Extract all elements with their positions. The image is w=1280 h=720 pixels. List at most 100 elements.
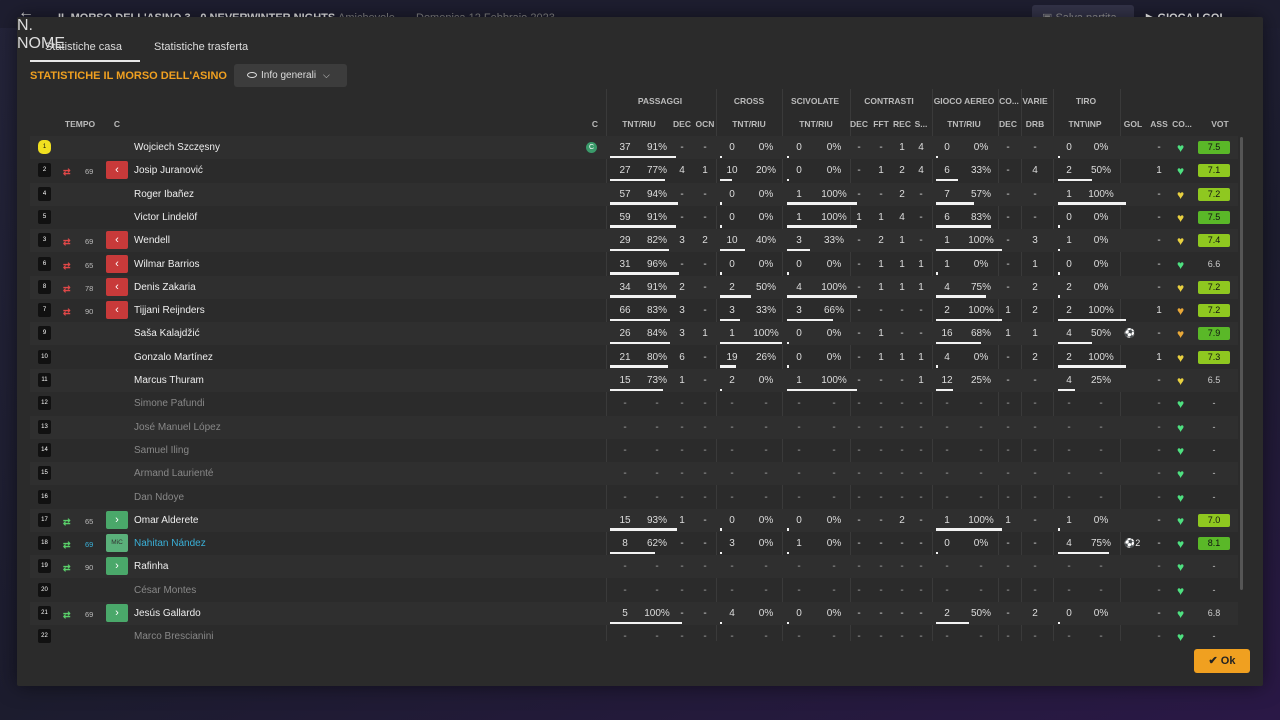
stat-dec3-empty: - xyxy=(1006,398,1010,410)
stat-aereo.1: 68% xyxy=(970,328,992,340)
player-name[interactable]: Dan Ndoye xyxy=(134,492,184,503)
table-row[interactable]: 13 José Manuel López - - - - - - - - - - - - - - - - - - - ♥ - xyxy=(30,415,1238,439)
column-header-capt[interactable]: C xyxy=(592,119,598,129)
group-header: PASSAGGI xyxy=(637,96,683,106)
column-header-pass[interactable]: TNT/RIU xyxy=(622,119,656,129)
tab-home-stats[interactable]: Statistiche casa xyxy=(45,41,122,53)
stat-ocn: 1 xyxy=(702,165,708,177)
rating-badge: 7.1 xyxy=(1198,164,1230,178)
player-name[interactable]: Gonzalo Martínez xyxy=(134,352,213,363)
column-header-dec3[interactable]: DEC xyxy=(999,119,1017,129)
stat-s: 4 xyxy=(918,142,924,153)
stat-fft: - xyxy=(879,305,883,317)
player-name[interactable]: Marcus Thuram xyxy=(134,375,204,386)
column-header-dec2[interactable]: DEC xyxy=(850,119,868,129)
column-header-rec[interactable]: REC xyxy=(893,119,911,129)
player-name[interactable]: Wendell xyxy=(134,235,170,246)
stat-rec: 4 xyxy=(899,211,905,223)
column-header-c[interactable]: C xyxy=(114,119,120,129)
table-row[interactable]: 18 ⇄ 69 MiC Nahitan Nández 8 62% 3 0% 1 0% 0 0% 4 75% -… xyxy=(30,532,1238,555)
scrollbar[interactable] xyxy=(1240,137,1243,590)
column-header-gol[interactable]: GOL xyxy=(1124,119,1142,129)
condition-heart-icon: ♥ xyxy=(1177,350,1185,365)
table-row[interactable]: 17 ⇄ 65 › Omar Alderete 15 93% 0 0% 0 0% 1 100% 1 0% 1 -… xyxy=(30,508,1238,532)
table-row[interactable]: 14 Samuel Iling - - - - - - - - - - - - - - - - - - - ♥ - xyxy=(30,439,1238,462)
stat-rec: - xyxy=(900,305,904,317)
stat-dec3: - xyxy=(1006,165,1010,177)
stat-pass.1: 91% xyxy=(646,281,668,293)
column-header-vot[interactable]: VOT xyxy=(1211,119,1228,129)
player-name[interactable]: Nahitan Nández xyxy=(134,538,206,549)
table-row[interactable]: 9 Saša Kalajdžić 26 84% 1 100% 0 0% 16 68% 4 50% 3 1 -… xyxy=(30,322,1238,346)
player-name[interactable]: Samuel Iling xyxy=(134,445,189,456)
shirt-number-icon: 6 xyxy=(38,256,51,271)
table-row[interactable]: 20 César Montes - - - - - - - - - - - - - - - - - - - ♥ - xyxy=(30,579,1238,602)
player-name[interactable]: Simone Pafundi xyxy=(134,398,205,409)
table-row[interactable]: 1 Wojciech Szczęsny C 37 91% 0 0% 0 0% 0 0% 0 0% - - - -… xyxy=(30,136,1238,159)
table-row[interactable]: 11 Marcus Thuram 15 73% 2 0% 1 100% 12 25% 4 25% 1 - -… xyxy=(30,369,1238,392)
table-row[interactable]: 19 ⇄ 90 › Rafinha - - - - - - - - - - - - - - - - - - - ♥ - xyxy=(30,555,1238,579)
table-row[interactable]: 10 Gonzalo Martínez 21 80% 19 26% 0 0% 4 0% 2 100% 6… xyxy=(30,346,1238,369)
view-dropdown[interactable]: Info generali ⌵ xyxy=(234,64,347,87)
column-header-drb[interactable]: DRB xyxy=(1026,119,1044,129)
table-row[interactable]: 7 ⇄ 90 ‹ Tijjani Reijnders 66 83% 3 33% 3 66% 2 100%… xyxy=(30,299,1238,322)
player-name[interactable]: Denis Zakaria xyxy=(134,282,196,293)
player-name[interactable]: César Montes xyxy=(134,585,196,596)
table-row[interactable]: 16 Dan Ndoye - - - - - - - - - - - - - - - - - - - ♥ - xyxy=(30,486,1238,509)
table-row[interactable]: 6 ⇄ 65 ‹ Wilmar Barrios 31 96% 0 0% 0 0% 1 0% 0 0% - - - 1… xyxy=(30,253,1238,276)
player-name[interactable]: Jesús Gallardo xyxy=(134,608,201,619)
stat-bar xyxy=(1058,341,1092,345)
column-header-ass[interactable]: ASS xyxy=(1150,119,1167,129)
stat-bar xyxy=(1058,295,1060,298)
player-name[interactable]: Tijjani Reijnders xyxy=(134,305,205,316)
table-row[interactable]: 21 ⇄ 69 › Jesús Gallardo 5 100% 4 0% 0 0% 2 50% 0 0% - -… xyxy=(30,602,1238,625)
stat-aereo-empty: - xyxy=(945,561,949,573)
player-name[interactable]: Omar Alderete xyxy=(134,515,198,526)
column-header-dec1[interactable]: DEC xyxy=(673,119,691,129)
stat-ass: - xyxy=(1157,258,1161,270)
player-name[interactable]: Wojciech Szczęsny xyxy=(134,142,220,153)
column-header-fft[interactable]: FFT xyxy=(873,119,889,129)
column-header-tempo[interactable]: TEMPO xyxy=(65,119,95,129)
column-header-cross[interactable]: TNT/RIU xyxy=(732,119,766,129)
column-header-aereo[interactable]: TNT/RIU xyxy=(947,119,981,129)
column-header-s[interactable]: S... xyxy=(915,119,928,129)
table-row[interactable]: 2 ⇄ 69 ‹ Josip Juranović 27 77% 10 20% 0 0% 6 33% 2 50… xyxy=(30,159,1238,182)
stat-bar xyxy=(787,528,789,531)
shirt-number-icon: 10 xyxy=(38,349,51,364)
tab-away-stats[interactable]: Statistiche trasferta xyxy=(154,41,248,53)
table-row[interactable]: 3 ⇄ 69 ‹ Wendell 29 82% 10 40% 3 33% 1 100% 1 0% 3 2 - 2 1 -… xyxy=(30,229,1238,253)
stat-bar xyxy=(720,295,751,298)
player-name[interactable]: Marco Brescianini xyxy=(134,631,213,642)
stat-tiro.0: 2 xyxy=(1066,281,1072,293)
table-row[interactable]: 12 Simone Pafundi - - - - - - - - - - - - - - - - - - - ♥ - xyxy=(30,392,1238,415)
table-row[interactable]: 4 Roger Ibañez 57 94% 0 0% 1 100% 7 57% 1 100% - - - -2… xyxy=(30,182,1238,206)
stat-ass: - xyxy=(1157,514,1161,526)
table-row[interactable]: 5 Victor Lindelöf 59 91% 0 0% 1 100% 6 83% 0 0% - - 1 1… xyxy=(30,206,1238,229)
player-name[interactable]: Roger Ibañez xyxy=(134,189,194,200)
stat-s: - xyxy=(919,608,923,619)
stat-rec-empty: - xyxy=(900,491,904,503)
stat-dec2: - xyxy=(857,351,861,363)
stat-drb-empty: - xyxy=(1033,398,1037,410)
table-row[interactable]: 8 ⇄ 78 ‹ Denis Zakaria 34 91% 2 50% 4 100% 4 75% 2 0% 2… xyxy=(30,275,1238,299)
player-name[interactable]: José Manuel López xyxy=(134,422,221,433)
column-header-tiro[interactable]: TNT\INP xyxy=(1068,119,1101,129)
table-row[interactable]: 22 Marco Brescianini - - - - - - - - - - - - - - - - - - - ♥ - xyxy=(30,625,1238,648)
condition-heart-icon: ♥ xyxy=(1177,327,1185,342)
column-header-ocn[interactable]: OCN xyxy=(696,119,715,129)
player-name[interactable]: Josip Juranović xyxy=(134,165,203,176)
player-name[interactable]: Saša Kalajdžić xyxy=(134,328,200,339)
stat-aereo-empty: - xyxy=(979,584,983,596)
ok-button[interactable]: ✔ Ok xyxy=(1194,649,1250,673)
column-header-n[interactable]: N. xyxy=(17,17,1263,35)
player-name[interactable]: Victor Lindelöf xyxy=(134,212,197,223)
column-header-co[interactable]: CO... xyxy=(1172,119,1192,129)
stat-ass-empty: - xyxy=(1157,398,1161,410)
column-header-sciv[interactable]: TNT/RIU xyxy=(799,119,833,129)
player-name[interactable]: Armand Laurienté xyxy=(134,468,214,479)
player-name[interactable]: Rafinha xyxy=(134,561,168,572)
player-name[interactable]: Wilmar Barrios xyxy=(134,259,200,270)
stat-ass: - xyxy=(1157,281,1161,293)
table-row[interactable]: 15 Armand Laurienté - - - - - - - - - - - - - - - - - - - ♥ - xyxy=(30,462,1238,486)
